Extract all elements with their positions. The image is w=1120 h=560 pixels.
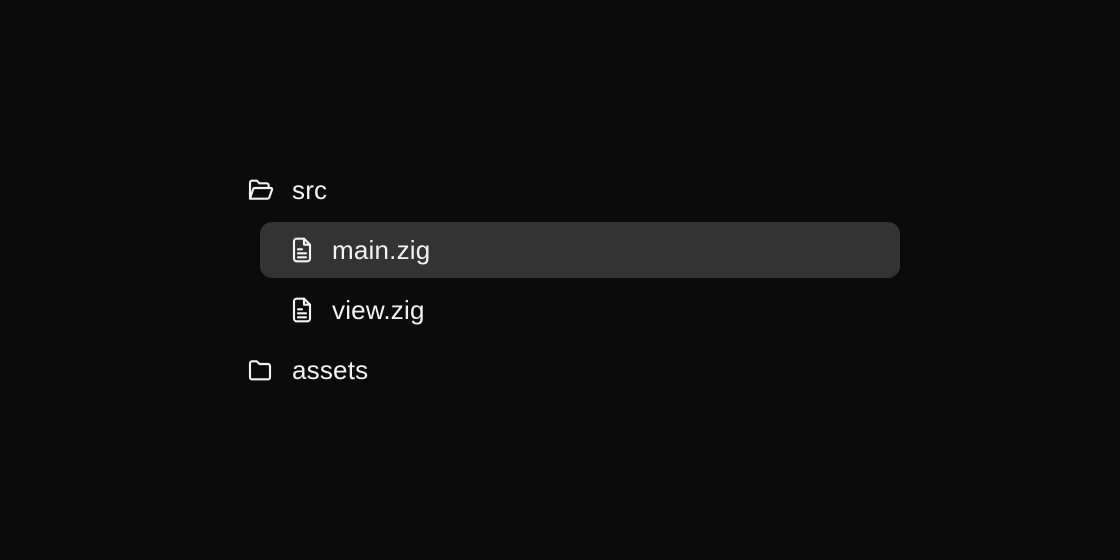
tree-item-label: view.zig (332, 295, 425, 325)
tree-item-src[interactable]: src (240, 162, 900, 218)
file-tree: src main.zig view.zig assets (0, 0, 1120, 560)
folder-icon (244, 354, 276, 386)
tree-item-label: main.zig (332, 235, 431, 265)
tree-item-main-zig[interactable]: main.zig (260, 222, 900, 278)
file-text-icon (286, 294, 318, 326)
tree-item-label: src (292, 175, 328, 205)
file-text-icon (286, 234, 318, 266)
tree-item-assets[interactable]: assets (240, 342, 900, 398)
tree-item-label: assets (292, 355, 369, 385)
folder-open-icon (244, 174, 276, 206)
tree-item-view-zig[interactable]: view.zig (260, 282, 900, 338)
